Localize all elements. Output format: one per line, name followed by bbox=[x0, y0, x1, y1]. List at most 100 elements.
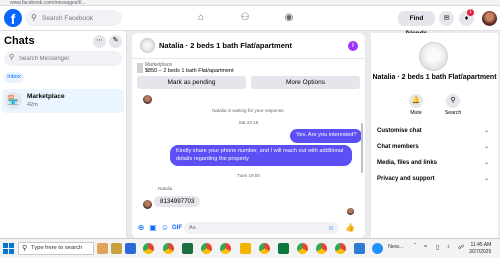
search-label: Search bbox=[444, 110, 462, 116]
info-panel-title: Natalia · 2 beds 1 bath Flat/apartment bbox=[372, 74, 497, 81]
listing-thumbnail[interactable] bbox=[137, 63, 143, 73]
conversation-info-panel: Natalia · 2 beds 1 bath Flat/apartment 🔔… bbox=[371, 33, 498, 238]
top-nav: f ⚲ ⌂ ⚇ ◉ Find friends ✉ ♦ 1 bbox=[0, 6, 500, 37]
row-label: Media, files and links bbox=[377, 160, 438, 166]
facebook-search[interactable]: ⚲ bbox=[25, 10, 122, 26]
mute-icon[interactable]: 🔔 bbox=[409, 94, 423, 108]
thread-scrollbar[interactable] bbox=[361, 123, 363, 173]
excel-icon[interactable] bbox=[182, 243, 193, 254]
listing-title[interactable]: $850 – 2 beds 1 bath Flat/apartment bbox=[145, 68, 234, 74]
message-thread[interactable]: Natalia is waiting for your response. Sa… bbox=[132, 95, 365, 218]
chrome-icon[interactable] bbox=[143, 243, 154, 254]
chrome-icon[interactable] bbox=[201, 243, 212, 254]
taskbar: ⚲ Type here to search New... ˆ ≈ ▯ ♪ ☍ 1… bbox=[0, 238, 500, 258]
search-icon[interactable]: ⚲ bbox=[446, 94, 460, 108]
chat-item-name: Marketplace bbox=[27, 93, 65, 100]
news-widget-icon[interactable] bbox=[97, 243, 108, 254]
photo-icon[interactable]: ▣ bbox=[148, 223, 158, 233]
chevron-down-icon: ⌄ bbox=[483, 128, 489, 134]
taskbar-search-text: Type here to search bbox=[31, 245, 83, 251]
marketplace-listing-card: Marketplace $850 – 2 beds 1 bath Flat/ap… bbox=[137, 62, 360, 93]
taskbar-search[interactable]: ⚲ Type here to search bbox=[18, 242, 94, 255]
media-files-links-row[interactable]: Media, files and links ⌄ bbox=[377, 157, 492, 170]
chrome-icon[interactable] bbox=[220, 243, 231, 254]
message-composer: ⊕ ▣ ☺ GIF ☺ 👍 bbox=[132, 219, 365, 238]
edge-icon[interactable] bbox=[372, 243, 383, 254]
find-friends-button[interactable]: Find friends bbox=[398, 11, 435, 37]
new-message-icon[interactable]: ✎ bbox=[109, 35, 122, 48]
waiting-notice: Natalia is waiting for your response. bbox=[212, 108, 285, 113]
mark-as-pending-button[interactable]: Mark as pending bbox=[137, 76, 246, 89]
plus-icon[interactable]: ⊕ bbox=[136, 223, 146, 233]
conversation-panel: Natalia · 2 beds 1 bath Flat/apartment i… bbox=[132, 33, 365, 238]
chats-title: Chats bbox=[4, 35, 35, 47]
sticker-icon[interactable]: ☺ bbox=[160, 223, 170, 233]
profile-avatar[interactable] bbox=[482, 11, 497, 26]
search-icon: ⚲ bbox=[22, 245, 28, 252]
messenger-search[interactable]: ⚲ bbox=[4, 51, 122, 66]
clock-date: 3/27/2025 bbox=[469, 248, 492, 255]
outgoing-message[interactable]: Yes. Are you interested? bbox=[290, 129, 363, 143]
home-icon[interactable]: ⌂ bbox=[194, 11, 208, 25]
message-input[interactable] bbox=[184, 222, 339, 234]
chrome-icon[interactable] bbox=[259, 243, 270, 254]
chat-list-item[interactable]: 🏪 Marketplace 42m bbox=[2, 89, 124, 113]
like-icon[interactable]: 👍 bbox=[345, 223, 355, 233]
file-explorer-icon[interactable] bbox=[240, 243, 251, 254]
language-icon[interactable]: ☍ bbox=[458, 244, 464, 251]
outgoing-message[interactable]: Kindly share your phone number, and I wi… bbox=[170, 145, 352, 166]
info-icon[interactable]: i bbox=[348, 41, 358, 51]
friends-icon[interactable]: ⚇ bbox=[238, 11, 252, 25]
chrome-icon[interactable] bbox=[297, 243, 308, 254]
groups-icon[interactable]: ◉ bbox=[282, 11, 296, 25]
messenger-search-input[interactable] bbox=[19, 53, 119, 64]
mute-label: Mute bbox=[410, 110, 422, 116]
sender-avatar bbox=[143, 200, 152, 209]
chrome-icon[interactable] bbox=[316, 243, 327, 254]
row-label: Privacy and support bbox=[377, 176, 435, 182]
notification-badge: 1 bbox=[467, 9, 474, 16]
seen-avatar bbox=[347, 208, 354, 215]
chevron-down-icon: ⌄ bbox=[483, 160, 489, 166]
sender-avatar bbox=[143, 95, 152, 104]
incoming-message[interactable]: 8134997703 bbox=[154, 196, 201, 207]
volume-icon[interactable]: ♪ bbox=[447, 244, 450, 250]
row-label: Chat members bbox=[377, 144, 419, 150]
customise-chat-row[interactable]: Customise chat ⌄ bbox=[377, 125, 492, 138]
search-icon: ⚲ bbox=[31, 13, 37, 22]
more-options-button[interactable]: More Options bbox=[251, 76, 360, 89]
chat-item-time: 42m bbox=[27, 102, 38, 108]
task-view-icon[interactable] bbox=[125, 243, 136, 254]
sender-name: Natalia bbox=[158, 186, 173, 191]
search-icon: ⚲ bbox=[9, 54, 15, 61]
facebook-logo[interactable]: f bbox=[4, 9, 22, 27]
message-input-field[interactable] bbox=[189, 223, 329, 233]
battery-icon[interactable]: ▯ bbox=[436, 244, 439, 251]
clock-time: 11:45 AM bbox=[470, 242, 492, 248]
word-icon[interactable] bbox=[354, 243, 365, 254]
chevron-up-icon[interactable]: ˆ bbox=[414, 244, 416, 250]
emoji-icon[interactable]: ☺ bbox=[326, 224, 336, 234]
chats-panel: Chats ⋯ ✎ ⚲ Inbox 🏪 Marketplace 42m bbox=[0, 31, 127, 238]
wifi-icon[interactable]: ≈ bbox=[424, 244, 427, 250]
gif-icon[interactable]: GIF bbox=[172, 223, 182, 233]
conversation-avatar[interactable] bbox=[140, 38, 155, 53]
chrome-icon[interactable] bbox=[335, 243, 346, 254]
windows-start-icon[interactable] bbox=[3, 243, 14, 254]
conversation-title[interactable]: Natalia · 2 beds 1 bath Flat/apartment bbox=[159, 41, 292, 50]
marketplace-icon: 🏪 bbox=[5, 92, 22, 109]
chevron-down-icon: ⌄ bbox=[483, 144, 489, 150]
privacy-support-row[interactable]: Privacy and support ⌄ bbox=[377, 173, 492, 186]
chrome-icon[interactable] bbox=[163, 243, 174, 254]
chat-members-row[interactable]: Chat members ⌄ bbox=[377, 141, 492, 154]
facebook-search-input[interactable] bbox=[42, 12, 117, 24]
taskbar-clock[interactable]: 11:45 AM 3/27/2025 bbox=[469, 242, 491, 255]
sheets-icon[interactable] bbox=[278, 243, 289, 254]
tab-inbox[interactable]: Inbox bbox=[4, 72, 24, 83]
weather-widget[interactable]: New... bbox=[388, 244, 403, 250]
conversation-avatar-large bbox=[419, 42, 448, 71]
messenger-icon[interactable]: ✉ bbox=[439, 11, 454, 26]
more-options-icon[interactable]: ⋯ bbox=[93, 35, 106, 48]
date-separator: Sat 22:15 bbox=[238, 120, 259, 125]
app-icon[interactable] bbox=[111, 243, 122, 254]
